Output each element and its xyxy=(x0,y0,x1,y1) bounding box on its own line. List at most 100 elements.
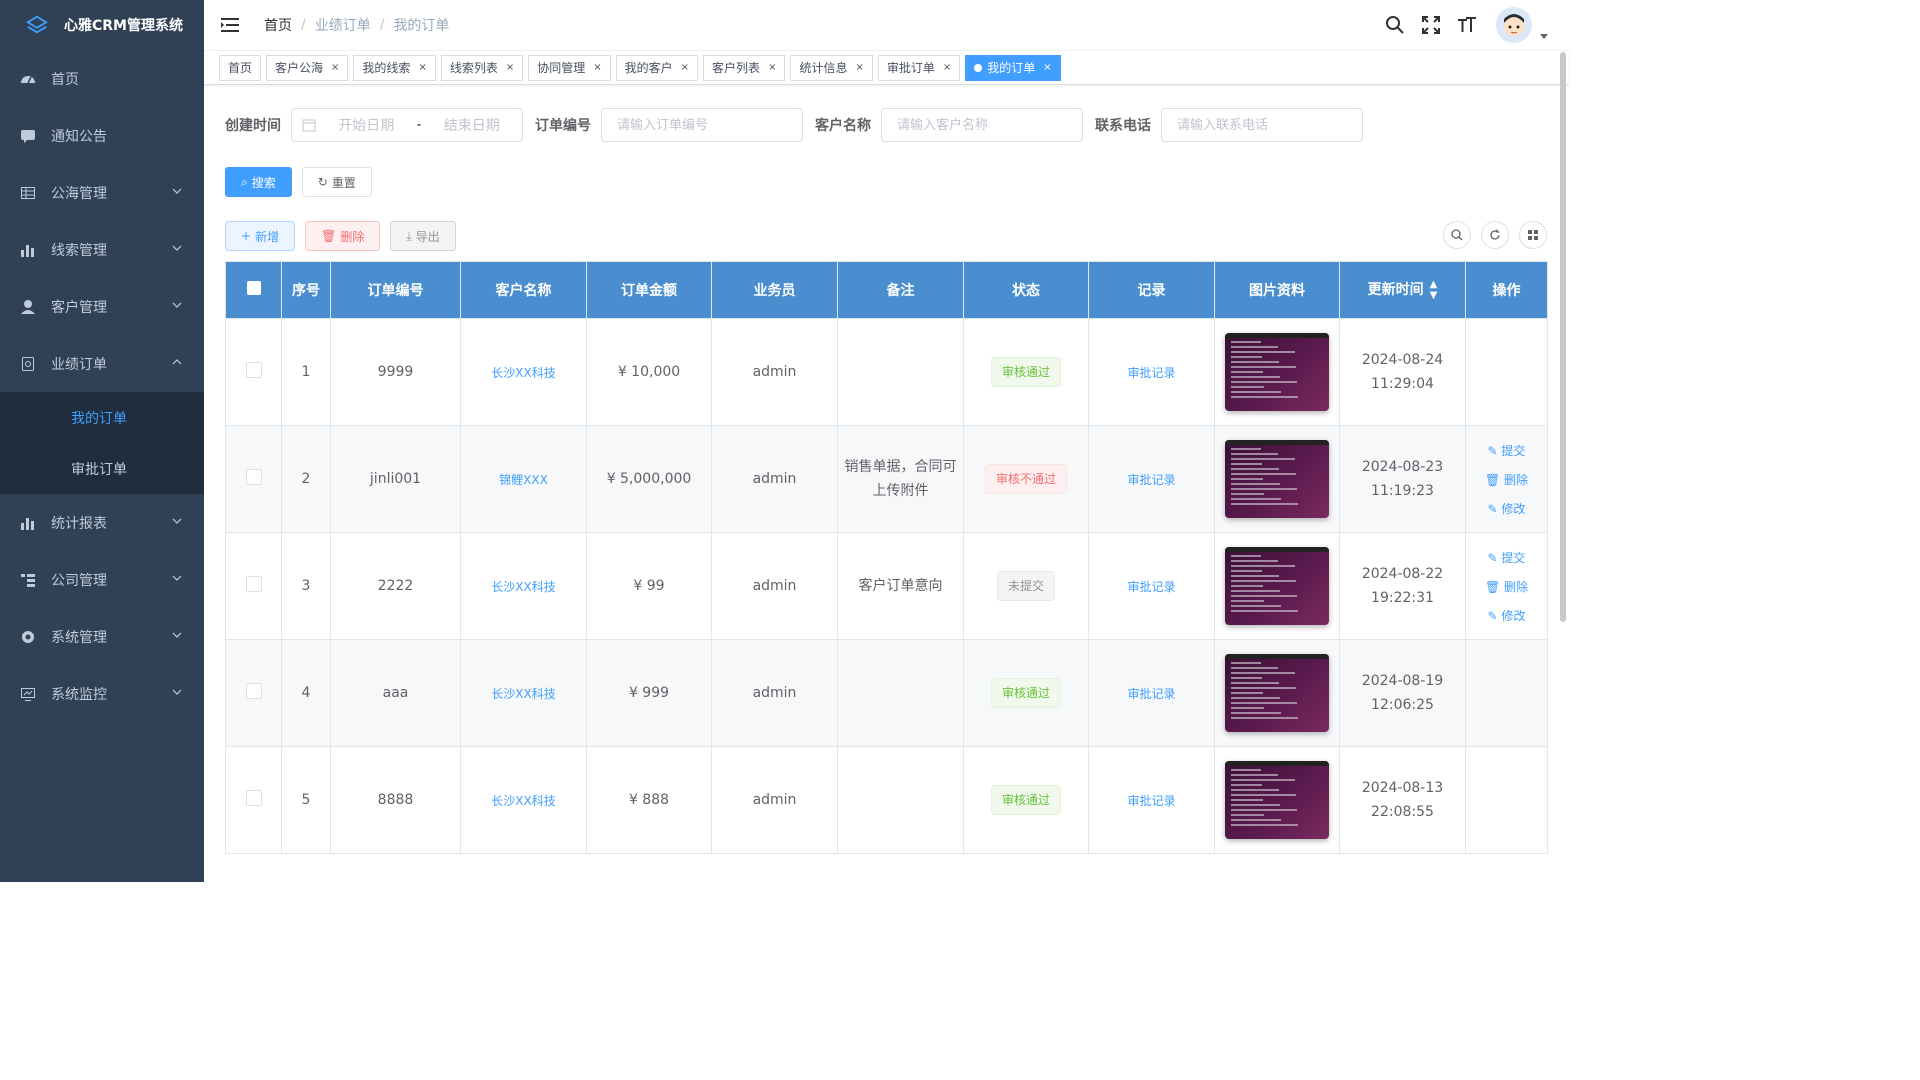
phone-input[interactable] xyxy=(1161,108,1363,142)
hamburger-icon[interactable] xyxy=(220,15,240,35)
sidebar-item-3[interactable]: 线索管理 xyxy=(0,221,204,278)
page-scrollbar[interactable] xyxy=(1560,52,1566,622)
chevron-down-icon xyxy=(172,245,182,251)
phone-label: 联系电话 xyxy=(1095,118,1151,134)
order-image[interactable] xyxy=(1225,654,1329,732)
delete-button[interactable]: 🗑 删除 xyxy=(305,221,381,251)
add-button[interactable]: + 新增 xyxy=(225,221,296,251)
font-size-icon[interactable] xyxy=(1456,14,1478,36)
caret-down-icon[interactable] xyxy=(1540,32,1548,40)
close-icon[interactable]: × xyxy=(855,62,863,73)
order-no-label: 订单编号 xyxy=(535,118,591,134)
sidebar-item-6[interactable]: 统计报表 xyxy=(0,494,204,551)
sidebar-item-1[interactable]: 通知公告 xyxy=(0,107,204,164)
table-row: 2 jinli001 锦鲤XXX ¥ 5,000,000 admin 销售单据，合同可上传… xyxy=(225,425,1548,533)
customer-link[interactable]: 长沙XX科技 xyxy=(491,580,555,594)
user-avatar[interactable] xyxy=(1496,7,1532,43)
row-checkbox[interactable] xyxy=(225,425,282,533)
sidebar-item-0[interactable]: 首页 xyxy=(0,50,204,107)
close-icon[interactable]: × xyxy=(1043,62,1051,73)
tag-9[interactable]: 我的订单 × xyxy=(965,54,1061,81)
sidebar-item-label: 统计报表 xyxy=(51,515,107,532)
cell-amount: ¥ 10,000 xyxy=(586,318,712,426)
order-image[interactable] xyxy=(1225,333,1329,411)
tag-5[interactable]: 我的客户 × xyxy=(615,54,699,81)
tag-1[interactable]: 客户公海 × xyxy=(266,54,349,81)
record-link[interactable]: 审批记录 xyxy=(1127,366,1175,380)
customer-link[interactable]: 长沙XX科技 xyxy=(491,687,555,701)
breadcrumb-home[interactable]: 首页 xyxy=(264,15,292,35)
submenu-item-1[interactable]: 审批订单 xyxy=(0,443,204,494)
search-icon[interactable] xyxy=(1384,14,1406,36)
submit-button[interactable]: ✎ 提交 xyxy=(1488,442,1526,459)
sidebar-item-9[interactable]: 系统监控 xyxy=(0,665,204,722)
table-row: 5 8888 长沙XX科技 ¥ 888 admin 审核通过 审批记录 2024-08-13 … xyxy=(225,746,1548,854)
row-delete-button[interactable]: 🗑 删除 xyxy=(1485,578,1528,595)
close-icon[interactable]: × xyxy=(593,62,601,73)
record-link[interactable]: 审批记录 xyxy=(1127,687,1175,701)
refresh-button[interactable] xyxy=(1481,221,1509,249)
select-all-checkbox[interactable] xyxy=(225,261,282,319)
sidebar-item-4[interactable]: 客户管理 xyxy=(0,278,204,335)
customer-input[interactable] xyxy=(881,108,1083,142)
col-images: 图片资料 xyxy=(1214,261,1340,319)
order-image[interactable] xyxy=(1225,440,1329,518)
app-logo[interactable]: 心雅CRM管理系统 xyxy=(0,0,204,50)
sidebar-item-2[interactable]: 公海管理 xyxy=(0,164,204,221)
export-button[interactable]: ⤓ 导出 xyxy=(390,221,456,251)
tag-3[interactable]: 线索列表 × xyxy=(440,54,524,81)
tag-4[interactable]: 协同管理 × xyxy=(528,54,611,81)
close-icon[interactable]: × xyxy=(506,62,514,73)
order-no-input[interactable] xyxy=(601,108,803,142)
close-icon[interactable]: × xyxy=(418,62,426,73)
row-delete-button[interactable]: 🗑 删除 xyxy=(1485,471,1528,488)
refresh-icon: ↻ xyxy=(317,175,328,189)
submenu-item-0[interactable]: 我的订单 xyxy=(0,392,204,443)
record-link[interactable]: 审批记录 xyxy=(1127,794,1175,808)
tag-8[interactable]: 审批订单 × xyxy=(877,54,961,81)
sidebar-item-5[interactable]: 业绩订单 xyxy=(0,335,204,392)
sort-icon[interactable]: ▲ ▼ xyxy=(1430,279,1438,301)
tag-0[interactable]: 首页 xyxy=(219,54,262,81)
close-icon[interactable]: × xyxy=(768,62,776,73)
customer-link[interactable]: 锦鲤XXX xyxy=(499,473,548,487)
search-button[interactable]: ⌕ 搜索 xyxy=(225,167,292,197)
fullscreen-icon[interactable] xyxy=(1420,14,1442,36)
date-range-picker[interactable]: 开始日期 - 结束日期 xyxy=(291,108,523,142)
record-link[interactable]: 审批记录 xyxy=(1127,473,1175,487)
row-checkbox[interactable] xyxy=(225,532,282,640)
customer-link[interactable]: 长沙XX科技 xyxy=(491,794,555,808)
tag-6[interactable]: 客户列表 × xyxy=(703,54,786,81)
sidebar-item-8[interactable]: 系统管理 xyxy=(0,608,204,665)
sidebar-item-label: 系统管理 xyxy=(51,629,107,646)
row-checkbox[interactable] xyxy=(225,746,282,854)
start-date[interactable]: 开始日期 xyxy=(316,115,416,135)
toggle-search-button[interactable] xyxy=(1443,221,1471,249)
sidebar-item-label: 系统监控 xyxy=(51,686,107,703)
close-icon[interactable]: × xyxy=(943,62,951,73)
main-area: 首页 / 业绩订单 / 我的订单 首页 客户公海 × 我的线索 × 线索列表 × 协同管理 × 我… xyxy=(204,0,1568,882)
close-icon[interactable]: × xyxy=(681,62,689,73)
columns-button[interactable] xyxy=(1519,221,1547,249)
sidebar-item-7[interactable]: 公司管理 xyxy=(0,551,204,608)
order-image[interactable] xyxy=(1225,761,1329,839)
reset-button[interactable]: ↻ 重置 xyxy=(301,167,372,197)
edit-button[interactable]: ✎ 修改 xyxy=(1488,607,1526,624)
close-icon[interactable]: × xyxy=(331,62,339,73)
tag-2[interactable]: 我的线索 × xyxy=(353,54,436,81)
order-image[interactable] xyxy=(1225,547,1329,625)
chart-icon xyxy=(20,515,36,531)
col-actions: 操作 xyxy=(1465,261,1548,319)
tag-7[interactable]: 统计信息 × xyxy=(790,54,873,81)
customer-link[interactable]: 长沙XX科技 xyxy=(491,366,555,380)
breadcrumb: 首页 / 业绩订单 / 我的订单 xyxy=(264,15,450,35)
row-checkbox[interactable] xyxy=(225,639,282,747)
record-link[interactable]: 审批记录 xyxy=(1127,580,1175,594)
col-updated[interactable]: 更新时间 ▲ ▼ xyxy=(1339,261,1466,319)
edit-button[interactable]: ✎ 修改 xyxy=(1488,500,1526,517)
col-order-no: 订单编号 xyxy=(330,261,461,319)
row-checkbox[interactable] xyxy=(225,318,282,426)
end-date[interactable]: 结束日期 xyxy=(422,115,522,135)
submit-button[interactable]: ✎ 提交 xyxy=(1488,549,1526,566)
col-record: 记录 xyxy=(1088,261,1215,319)
